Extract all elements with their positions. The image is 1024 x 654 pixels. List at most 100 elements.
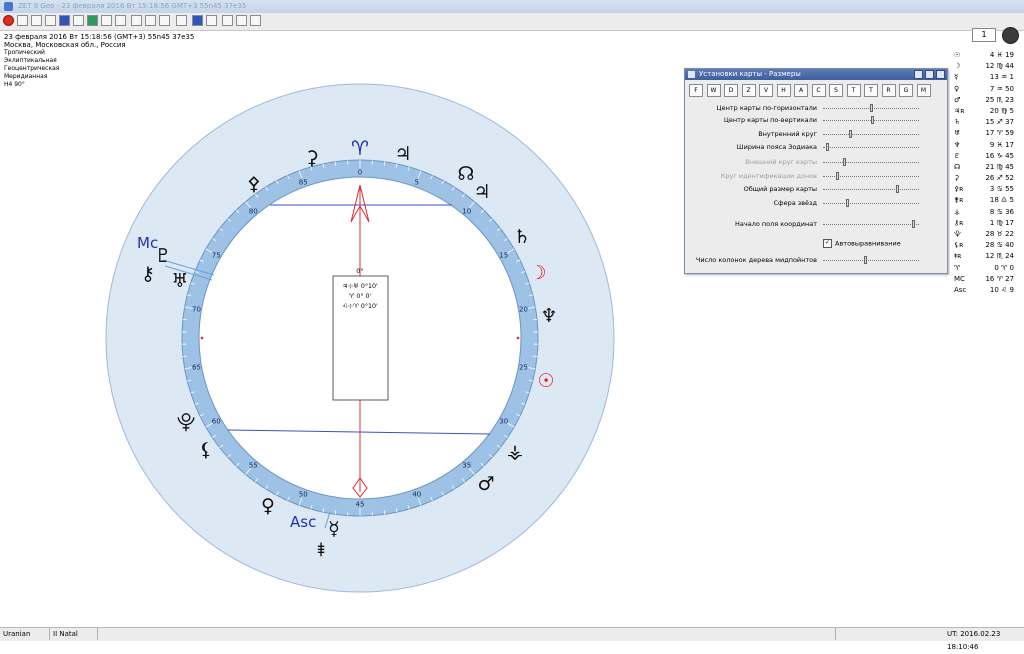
slider-track[interactable] xyxy=(823,147,919,149)
dialog-button[interactable]: H xyxy=(777,84,791,97)
position-value: 13 ♒ 1 xyxy=(970,72,1014,83)
ring-number: 30 xyxy=(499,418,508,426)
position-row: ☿13 ♒ 1 xyxy=(954,72,1014,83)
slider-label: Число колонок дерева мидпойнтов xyxy=(696,256,817,264)
position-glyph: ⯓ xyxy=(954,229,970,240)
planet-admetos-icon[interactable]: ⯓ xyxy=(177,411,196,433)
moon-icon[interactable]: ☽ xyxy=(529,262,546,284)
slider-label: Внутренний круг xyxy=(758,130,817,138)
ring-number: 85 xyxy=(299,179,308,187)
slider-row: Начало поля координат xyxy=(685,219,947,229)
planet-mercury-icon[interactable]: ☿ xyxy=(328,518,340,540)
position-glyph: ♄ xyxy=(954,117,970,128)
dialog-button[interactable]: F xyxy=(689,84,703,97)
position-row: ♂25 ♏ 23 xyxy=(954,95,1014,106)
ring-number: 40 xyxy=(412,490,421,498)
asteroid-icon[interactable]: ⚷ xyxy=(141,263,155,285)
planet-vulcanus-icon[interactable]: ⚶ xyxy=(507,441,523,463)
ring-number: 15 xyxy=(499,252,508,260)
planet-ceres-icon[interactable]: ⚳ xyxy=(305,147,319,169)
dialog-button[interactable]: G xyxy=(899,84,913,97)
position-glyph: ☽ xyxy=(954,61,970,72)
ring-number: 5 xyxy=(415,179,419,187)
dialog-button[interactable]: D xyxy=(724,84,738,97)
slider-thumb[interactable] xyxy=(896,185,899,193)
planet-jupiter-midpoint-icon[interactable]: ♃ xyxy=(394,143,411,165)
planet-saturn-icon[interactable]: ♄ xyxy=(513,226,530,248)
position-row: ♃ʀ20 ♍ 5 xyxy=(954,106,1014,117)
dialog-button[interactable]: W xyxy=(707,84,721,97)
position-value: 9 ♓ 17 xyxy=(970,140,1014,151)
slider-track[interactable] xyxy=(823,162,919,164)
position-value: 0 ♈ 0 xyxy=(970,263,1014,274)
position-value: 12 ♏ 24 xyxy=(970,251,1014,262)
planet-uranus-icon[interactable]: ♅ xyxy=(171,270,188,292)
dialog-button[interactable]: T xyxy=(847,84,861,97)
planet-neptune-icon[interactable]: ♆ xyxy=(540,305,557,327)
position-glyph: ♂ xyxy=(954,95,970,106)
center-row-1: ♃⊹♅ 0°10' xyxy=(342,282,378,290)
position-row: ⯒ʀ12 ♏ 24 xyxy=(954,251,1014,262)
checkbox-box[interactable]: ✓ xyxy=(823,239,832,248)
dialog-button[interactable]: V xyxy=(759,84,773,97)
position-row: ⚳26 ♐ 52 xyxy=(954,173,1014,184)
ring-number: 25 xyxy=(519,363,528,371)
dialog-button[interactable]: S xyxy=(829,84,843,97)
position-glyph: Asc xyxy=(954,285,970,296)
planet-poseidon-icon[interactable]: ⯒ xyxy=(317,539,325,561)
slider-track[interactable] xyxy=(823,224,919,226)
slider-thumb[interactable] xyxy=(846,199,849,207)
maximize-icon[interactable] xyxy=(925,70,934,79)
slider-thumb[interactable] xyxy=(912,220,915,228)
position-glyph: ⯒ʀ xyxy=(954,251,970,262)
slider-track[interactable] xyxy=(823,189,919,191)
slider-thumb[interactable] xyxy=(836,172,839,180)
east-marker xyxy=(517,337,520,340)
slider-track[interactable] xyxy=(823,260,919,262)
slider-thumb[interactable] xyxy=(826,143,829,151)
center-row-3: ♌⊹♈ 0°10' xyxy=(342,302,378,310)
dialog-button[interactable]: A xyxy=(794,84,808,97)
planet-venus-icon[interactable]: ♀ xyxy=(261,495,275,517)
slider-track[interactable] xyxy=(823,134,919,136)
dialog-button[interactable]: R xyxy=(882,84,896,97)
status-ut: UT: 2016.02.23 18:10:46 xyxy=(944,628,1024,640)
slider-thumb[interactable] xyxy=(871,116,874,124)
minimize-icon[interactable] xyxy=(914,70,923,79)
position-row: Asc10 ♌ 9 xyxy=(954,285,1014,296)
center-row-2: ♈ 0° 0' xyxy=(349,292,372,300)
planet-kronos-icon[interactable]: ⚸ xyxy=(199,439,213,461)
slider-label: Центр карты по-горизонтали xyxy=(717,104,817,112)
position-glyph: MC xyxy=(954,274,970,285)
slider-track[interactable] xyxy=(823,203,919,205)
slider-thumb[interactable] xyxy=(849,130,852,138)
position-value: 7 ♒ 50 xyxy=(970,84,1014,95)
dialog-button[interactable]: C xyxy=(812,84,826,97)
slider-row: Число колонок дерева мидпойнтов xyxy=(685,255,947,265)
slider-thumb[interactable] xyxy=(870,104,873,112)
slider-row: Внешний круг карты xyxy=(685,157,947,167)
planet-jupiter-icon[interactable]: ♃ xyxy=(473,181,490,203)
planet-pluto-icon[interactable]: ♇ xyxy=(154,245,171,267)
planet-pallas-icon[interactable]: ⚴ xyxy=(247,173,261,195)
position-glyph: ♇ xyxy=(954,151,970,162)
close-icon[interactable] xyxy=(936,70,945,79)
asc-label: Asc xyxy=(290,513,316,531)
dialog-button[interactable]: Z xyxy=(742,84,756,97)
auto-align-checkbox[interactable]: ✓Автовыравнивание xyxy=(823,239,901,248)
status-chart-type: II Natal xyxy=(50,628,98,640)
position-row: ♄15 ♐ 37 xyxy=(954,117,1014,128)
position-row: ⯓28 ♉ 22 xyxy=(954,229,1014,240)
node-icon[interactable]: ☊ xyxy=(458,163,475,185)
dialog-button[interactable]: T xyxy=(864,84,878,97)
position-glyph: ♈ xyxy=(954,263,970,274)
slider-thumb[interactable] xyxy=(843,158,846,166)
dialog-button[interactable]: M xyxy=(917,84,931,97)
position-row: ♈0 ♈ 0 xyxy=(954,263,1014,274)
planet-mars-icon[interactable]: ♂ xyxy=(477,473,494,495)
slider-thumb[interactable] xyxy=(864,256,867,264)
position-row: ☊21 ♍ 45 xyxy=(954,162,1014,173)
sun-icon[interactable]: ☉ xyxy=(537,370,554,392)
position-value: 12 ♍ 44 xyxy=(970,61,1014,72)
ring-number: 65 xyxy=(192,363,201,371)
